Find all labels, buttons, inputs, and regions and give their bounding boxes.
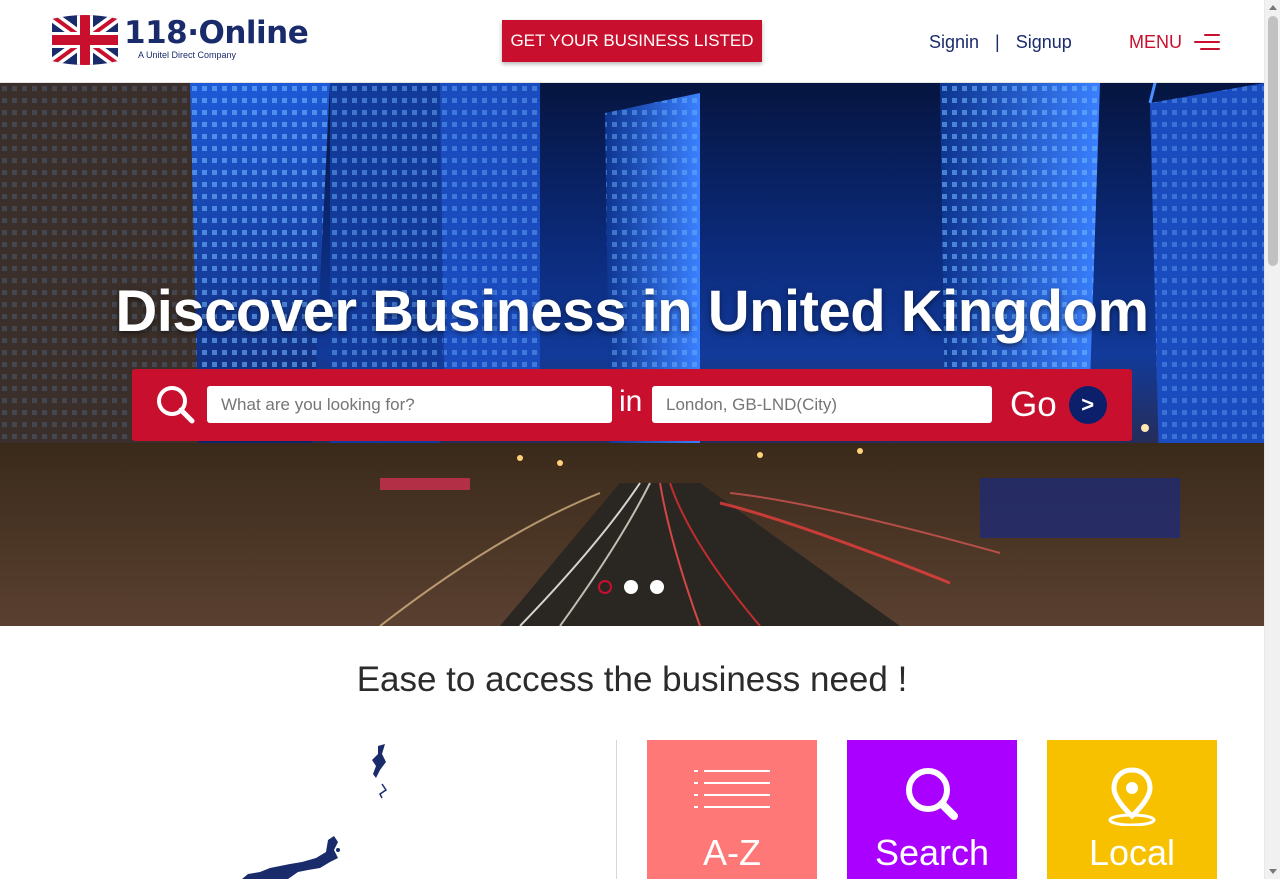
signin-link[interactable]: Signin [929,32,979,53]
scroll-thumb[interactable] [1268,16,1278,266]
search-bar: in Go > [132,369,1132,441]
location-pin-icon [1108,767,1156,826]
city-skyline-background [0,83,1264,626]
carousel-dot-2[interactable] [624,580,638,594]
menu-label: MENU [1129,31,1182,52]
auth-separator: | [995,31,1000,52]
tile-search-label: Search [874,832,990,873]
hamburger-icon [1194,33,1220,51]
search-icon [906,768,958,820]
tile-search[interactable]: Search [847,740,1017,879]
hero-banner: Discover Business in United Kingdom in G… [0,83,1264,626]
arrow-right-icon: > [1068,386,1107,424]
menu-button[interactable]: MENU [1129,30,1220,54]
scroll-up-icon[interactable] [1269,5,1277,10]
section-divider [616,740,617,879]
go-label: Go [1010,385,1057,424]
logo-tagline: A Unitel Direct Company [138,50,237,60]
site-header: 118·Online A Unitel Direct Company GET Y… [0,0,1264,83]
signup-link[interactable]: Signup [1016,32,1072,53]
logo[interactable]: 118·Online A Unitel Direct Company [48,13,309,68]
section-title: Ease to access the business need ! [356,660,908,699]
union-jack-icon [52,15,118,65]
get-business-listed-button[interactable]: GET YOUR BUSINESS LISTED [502,20,762,62]
tile-local[interactable]: Local [1047,740,1217,879]
carousel-dots [598,580,664,594]
list-icon [694,770,770,808]
carousel-dot-1[interactable] [598,580,612,594]
auth-links: Signin | Signup [929,30,1072,54]
page-scrollbar[interactable] [1264,0,1280,879]
scroll-down-icon[interactable] [1269,869,1277,874]
logo-name: 118·Online [124,15,309,51]
search-icon [157,386,195,424]
carousel-dot-3[interactable] [650,580,664,594]
tile-a-z-label: A-Z [703,832,761,873]
tile-a-z[interactable]: A-Z [647,740,817,879]
location-input[interactable] [652,386,992,423]
hero-title: Discover Business in United Kingdom [115,279,1149,344]
in-label: in [619,385,643,418]
search-input[interactable] [207,386,612,423]
go-button[interactable]: Go > [1010,383,1107,427]
uk-map-image [242,744,388,879]
tile-local-label: Local [1088,832,1176,873]
